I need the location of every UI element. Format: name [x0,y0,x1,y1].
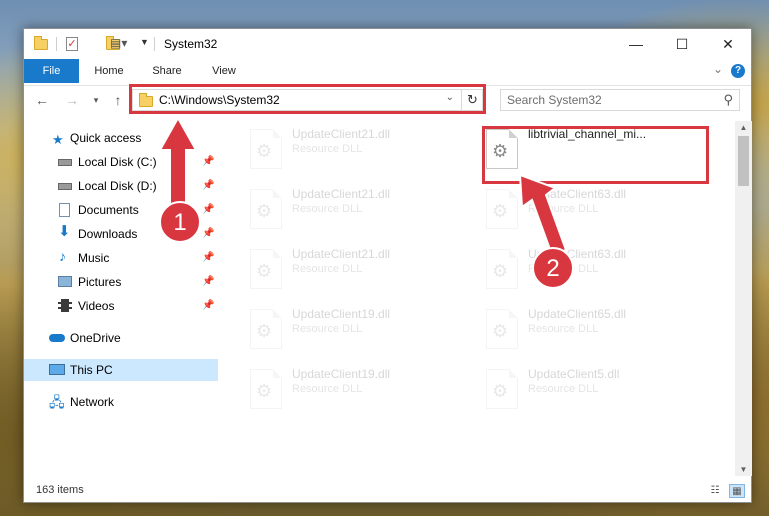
callout-number-1: 1 [173,209,187,236]
callout-number-2: 2 [546,255,560,282]
callout-overlay [158,115,574,289]
callout-arrow-2 [518,173,568,257]
callout-arrow-1 [158,115,198,216]
